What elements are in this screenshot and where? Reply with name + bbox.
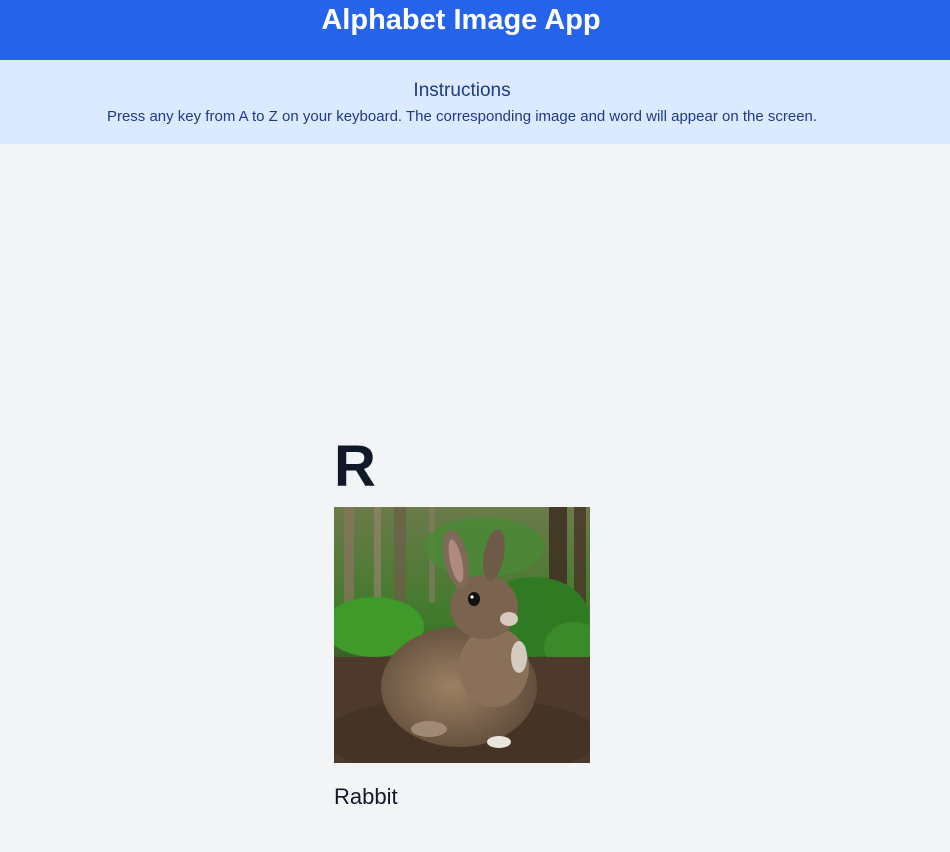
instructions-text: Press any key from A to Z on your keyboa… <box>106 108 818 125</box>
current-word: Rabbit <box>334 784 398 809</box>
letter-display: R Rabbit <box>334 432 594 811</box>
instructions-heading: Instructions <box>413 80 511 101</box>
app-title: Alphabet Image App <box>321 4 601 36</box>
current-letter: R <box>334 434 376 499</box>
instructions-panel: Instructions Press any key from A to Z o… <box>0 60 950 144</box>
app-header: Alphabet Image App <box>0 0 950 60</box>
rabbit-image <box>334 507 590 763</box>
